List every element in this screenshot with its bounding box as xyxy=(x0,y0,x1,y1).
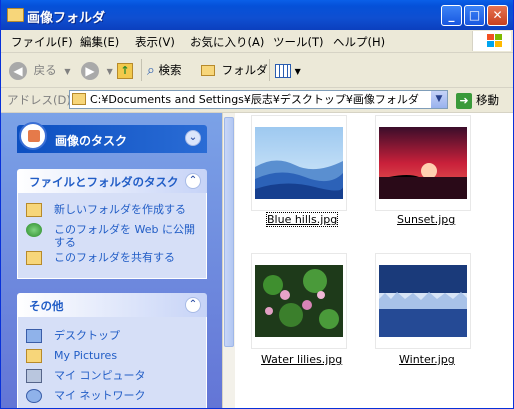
search-icon: ⌕ xyxy=(147,62,155,79)
close-button[interactable]: ✕ xyxy=(487,5,508,26)
chevron-up-icon[interactable]: ⌃ xyxy=(185,297,201,313)
minimize-icon: _ xyxy=(448,8,455,22)
desktop-icon xyxy=(26,329,42,343)
toolbar-separator xyxy=(141,59,142,81)
go-arrow-icon: ➜ xyxy=(456,92,472,109)
pictures-folder-icon xyxy=(26,349,42,363)
picture-tasks-header[interactable]: 画像のタスク ⌄ xyxy=(17,122,207,153)
menu-favorites[interactable]: お気に入り(A) xyxy=(190,34,264,50)
back-arrow-icon: ◀ xyxy=(9,61,27,80)
share-folder-icon xyxy=(26,251,42,265)
folders-label: フォルダ xyxy=(221,63,268,77)
views-icon xyxy=(275,63,291,78)
back-dropdown-icon: ▼ xyxy=(64,67,71,76)
water-lilies-image xyxy=(255,265,343,337)
file-tasks-header[interactable]: ファイルとフォルダのタスク ⌃ xyxy=(17,169,207,193)
forward-arrow-icon: ▶ xyxy=(81,61,99,80)
menu-bar: ファイル(F) 編集(E) 表示(V) お気に入り(A) ツール(T) ヘルプ(… xyxy=(1,30,513,53)
search-label: 検索 xyxy=(158,63,182,77)
computer-icon xyxy=(26,369,42,383)
maximize-button[interactable]: □ xyxy=(464,5,485,26)
up-folder-button[interactable]: ↑ xyxy=(117,59,133,81)
other-places-header[interactable]: その他 ⌃ xyxy=(17,293,207,317)
winter-image xyxy=(379,265,467,337)
picture-tasks-title: 画像のタスク xyxy=(55,134,128,148)
menu-edit[interactable]: 編集(E) xyxy=(80,34,119,50)
chevron-down-icon[interactable]: ⌄ xyxy=(185,130,201,146)
minimize-button[interactable]: _ xyxy=(441,5,462,26)
explorer-window: 画像フォルダ _ □ ✕ ファイル(F) 編集(E) 表示(V) お気に入り(A… xyxy=(0,0,514,409)
other-places-panel: デスクトップ My Pictures マイ コンピュータ マイ ネットワーク xyxy=(17,317,207,408)
thumbnail-sunset[interactable] xyxy=(375,115,471,211)
folder-icon xyxy=(72,93,86,105)
thumbnail-blue-hills[interactable] xyxy=(251,115,347,211)
go-button[interactable]: ➜ 移動 xyxy=(456,92,499,109)
title-bar[interactable]: 画像フォルダ _ □ ✕ xyxy=(1,0,513,30)
windows-logo-icon xyxy=(472,31,511,51)
forward-button[interactable]: ▶ ▼ xyxy=(81,59,113,81)
chevron-up-icon[interactable]: ⌃ xyxy=(185,173,201,189)
menu-help[interactable]: ヘルプ(H) xyxy=(333,34,385,50)
folders-button[interactable]: フォルダ xyxy=(201,59,268,81)
folders-icon xyxy=(201,65,215,76)
address-field[interactable]: C:¥Documents and Settings¥辰志¥デスクトップ¥画像フォ… xyxy=(69,90,448,109)
sunset-image xyxy=(379,127,467,199)
other-places-title: その他 xyxy=(29,299,64,313)
network-icon xyxy=(26,389,42,403)
menu-view[interactable]: 表示(V) xyxy=(135,34,175,50)
menu-file[interactable]: ファイル(F) xyxy=(11,34,73,50)
back-label: 戻る xyxy=(33,63,57,77)
thumbnail-winter[interactable] xyxy=(375,253,471,349)
file-name-winter[interactable]: Winter.jpg xyxy=(399,353,455,366)
file-name-blue-hills[interactable]: Blue hills.jpg xyxy=(265,212,339,227)
folder-icon xyxy=(7,8,24,22)
address-value: C:¥Documents and Settings¥辰志¥デスクトップ¥画像フォ… xyxy=(90,93,419,106)
file-tasks-title: ファイルとフォルダのタスク xyxy=(29,175,179,189)
up-arrow-icon: ↑ xyxy=(117,62,133,79)
go-label: 移動 xyxy=(476,93,499,107)
close-icon: ✕ xyxy=(492,8,503,22)
picture-tasks-icon xyxy=(19,122,47,150)
views-dropdown-icon: ▼ xyxy=(294,67,301,76)
address-bar: アドレス(D) C:¥Documents and Settings¥辰志¥デスク… xyxy=(1,88,513,113)
menu-tools[interactable]: ツール(T) xyxy=(273,34,324,50)
file-name-sunset[interactable]: Sunset.jpg xyxy=(397,213,455,226)
blue-hills-image xyxy=(255,127,343,199)
task-pane-scrollbar[interactable] xyxy=(222,113,235,408)
toolbar-separator-2 xyxy=(269,59,270,81)
file-name-water-lilies[interactable]: Water lilies.jpg xyxy=(261,353,342,366)
back-button[interactable]: ◀ 戻る ▼ xyxy=(9,59,70,81)
thumbnail-water-lilies[interactable] xyxy=(251,253,347,349)
address-dropdown-icon[interactable]: ▼ xyxy=(431,91,447,108)
file-view: Blue hills.jpg Sunset.jpg Water lilies.j… xyxy=(235,113,513,408)
maximize-icon: □ xyxy=(468,8,481,22)
toolbar: ◀ 戻る ▼ ▶ ▼ ↑ ⌕ 検索 フォルダ ▼ xyxy=(1,53,513,88)
globe-icon xyxy=(26,223,42,237)
scrollbar-thumb[interactable] xyxy=(224,117,234,347)
file-tasks-panel: 新しいフォルダを作成する このフォルダを Web に公開する このフォルダを共有… xyxy=(17,193,207,279)
views-button[interactable]: ▼ xyxy=(275,59,301,81)
window-title: 画像フォルダ xyxy=(27,11,106,26)
search-button[interactable]: ⌕ 検索 xyxy=(147,59,182,81)
new-folder-icon xyxy=(26,203,42,217)
task-pane: 画像のタスク ⌄ ファイルとフォルダのタスク ⌃ 新しいフォルダを作成する この… xyxy=(1,113,222,408)
forward-dropdown-icon: ▼ xyxy=(106,67,113,76)
address-label: アドレス(D) xyxy=(7,93,71,107)
